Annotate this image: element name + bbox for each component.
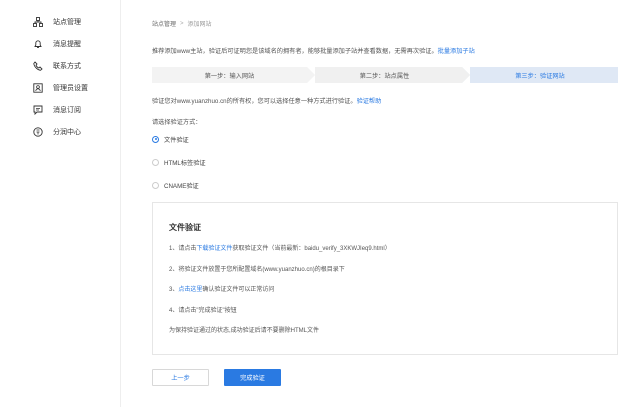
breadcrumb: 站点管理 > 添加网站 <box>152 19 212 29</box>
radio-file-verify[interactable]: 文件验证 <box>152 134 189 144</box>
notice-text: 推荐添加www主站，验证后可证明您是该域名的拥有者，能够批量添加子站并查看数据，… <box>152 46 475 55</box>
instruction-text: 获取验证文件（当前最新：baidu_verify_3XKWJIeq9.html） <box>232 246 391 252</box>
notice-body: 推荐添加www主站，验证后可证明您是该域名的拥有者，能够批量添加子站并查看数据，… <box>152 48 438 55</box>
panel-title: 文件验证 <box>169 223 201 232</box>
sidebar-item-admin-settings[interactable]: 管理员设置 <box>33 81 88 95</box>
radio-html-tag-verify[interactable]: HTML标签验证 <box>152 157 206 167</box>
file-verify-panel: 文件验证 1、请点击下载验证文件获取验证文件（当前最新：baidu_verify… <box>152 202 618 355</box>
sidebar-item-subscriptions[interactable]: 消息订阅 <box>33 103 81 117</box>
verify-description: 验证您对www.yuanzhuo.cn的所有权，您可以选择任意一种方式进行验证。… <box>152 96 381 105</box>
download-verify-file-link[interactable]: 下载验证文件 <box>196 246 232 252</box>
step-3-active: 第三步：验证网站 <box>462 67 618 83</box>
step-1: 第一步：输入网站 <box>152 67 315 83</box>
instruction-text: 确认验证文件可以正常访问 <box>202 287 275 293</box>
verify-help-link[interactable]: 验证帮助 <box>357 98 382 105</box>
sidebar-item-site-management[interactable]: 站点管理 <box>33 15 81 29</box>
panel-note: 为保持验证通过的状态,成功验证后请不要删除HTML文件 <box>169 328 320 334</box>
verify-text: 验证您对www.yuanzhuo.cn的所有权，您可以选择任意一种方式进行验证。 <box>152 98 357 105</box>
complete-verify-button[interactable]: 完成验证 <box>224 369 281 386</box>
instruction-step-3: 3、点击这里确认验证文件可以正常访问 <box>169 284 274 293</box>
coin-icon <box>33 127 43 137</box>
instruction-step-4: 4、请点击"完成验证"按钮 <box>169 308 237 314</box>
sidebar-item-label: 联系方式 <box>53 63 81 70</box>
breadcrumb-parent[interactable]: 站点管理 <box>152 19 176 28</box>
instruction-step-1: 1、请点击下载验证文件获取验证文件（当前最新：baidu_verify_3XKW… <box>169 243 391 252</box>
step-progress: 第一步：输入网站 第二步：站点属性 第三步：验证网站 <box>152 67 618 83</box>
instruction-step-2: 2、将验证文件放置于您所配置域名(www.yuanzhuo.cn)的根目录下 <box>169 267 345 273</box>
sidebar-item-notifications[interactable]: 消息提醒 <box>33 37 81 51</box>
breadcrumb-separator: > <box>180 20 184 27</box>
step-label: 第二步：站点属性 <box>359 72 410 80</box>
radio-label: HTML标签验证 <box>164 159 206 167</box>
sidebar-item-revenue-center[interactable]: 分润中心 <box>33 125 81 139</box>
step-2: 第二步：站点属性 <box>307 67 470 83</box>
subscribe-icon <box>33 105 43 115</box>
batch-add-subsites-link[interactable]: 批量添加子站 <box>438 48 475 55</box>
sidebar-item-label: 分润中心 <box>53 129 81 136</box>
main-content: 站点管理 > 添加网站 推荐添加www主站，验证后可证明您是该域名的拥有者，能够… <box>121 0 640 407</box>
sidebar-item-contact[interactable]: 联系方式 <box>33 59 81 73</box>
step-label: 第一步：输入网站 <box>204 72 255 80</box>
sidebar-item-label: 管理员设置 <box>53 85 88 92</box>
admin-icon <box>33 83 43 93</box>
sidebar-item-label: 消息订阅 <box>53 107 81 114</box>
sitemap-icon <box>33 17 43 27</box>
instruction-text: 1、请点击 <box>169 246 197 252</box>
phone-icon <box>33 61 43 71</box>
radio-label: 文件验证 <box>164 136 189 144</box>
method-label: 请选择验证方式： <box>152 119 202 126</box>
breadcrumb-current: 添加网站 <box>187 22 212 28</box>
instruction-text: 3、 <box>169 287 179 293</box>
bell-icon <box>33 39 43 49</box>
sidebar-item-label: 站点管理 <box>53 19 81 26</box>
sidebar: 站点管理 消息提醒 联系方式 管理员设置 消息订阅 分润中心 <box>0 0 121 407</box>
radio-label: CNAME验证 <box>164 182 199 190</box>
radio-cname-verify[interactable]: CNAME验证 <box>152 180 199 190</box>
sidebar-item-label: 消息提醒 <box>53 41 81 48</box>
radio-unchecked-icon[interactable] <box>152 181 159 189</box>
step-label: 第三步：验证网站 <box>515 72 565 80</box>
previous-step-button[interactable]: 上一步 <box>152 369 209 386</box>
click-here-link[interactable]: 点击这里 <box>178 287 202 293</box>
radio-checked-icon[interactable] <box>152 135 159 143</box>
radio-unchecked-icon[interactable] <box>152 158 159 166</box>
